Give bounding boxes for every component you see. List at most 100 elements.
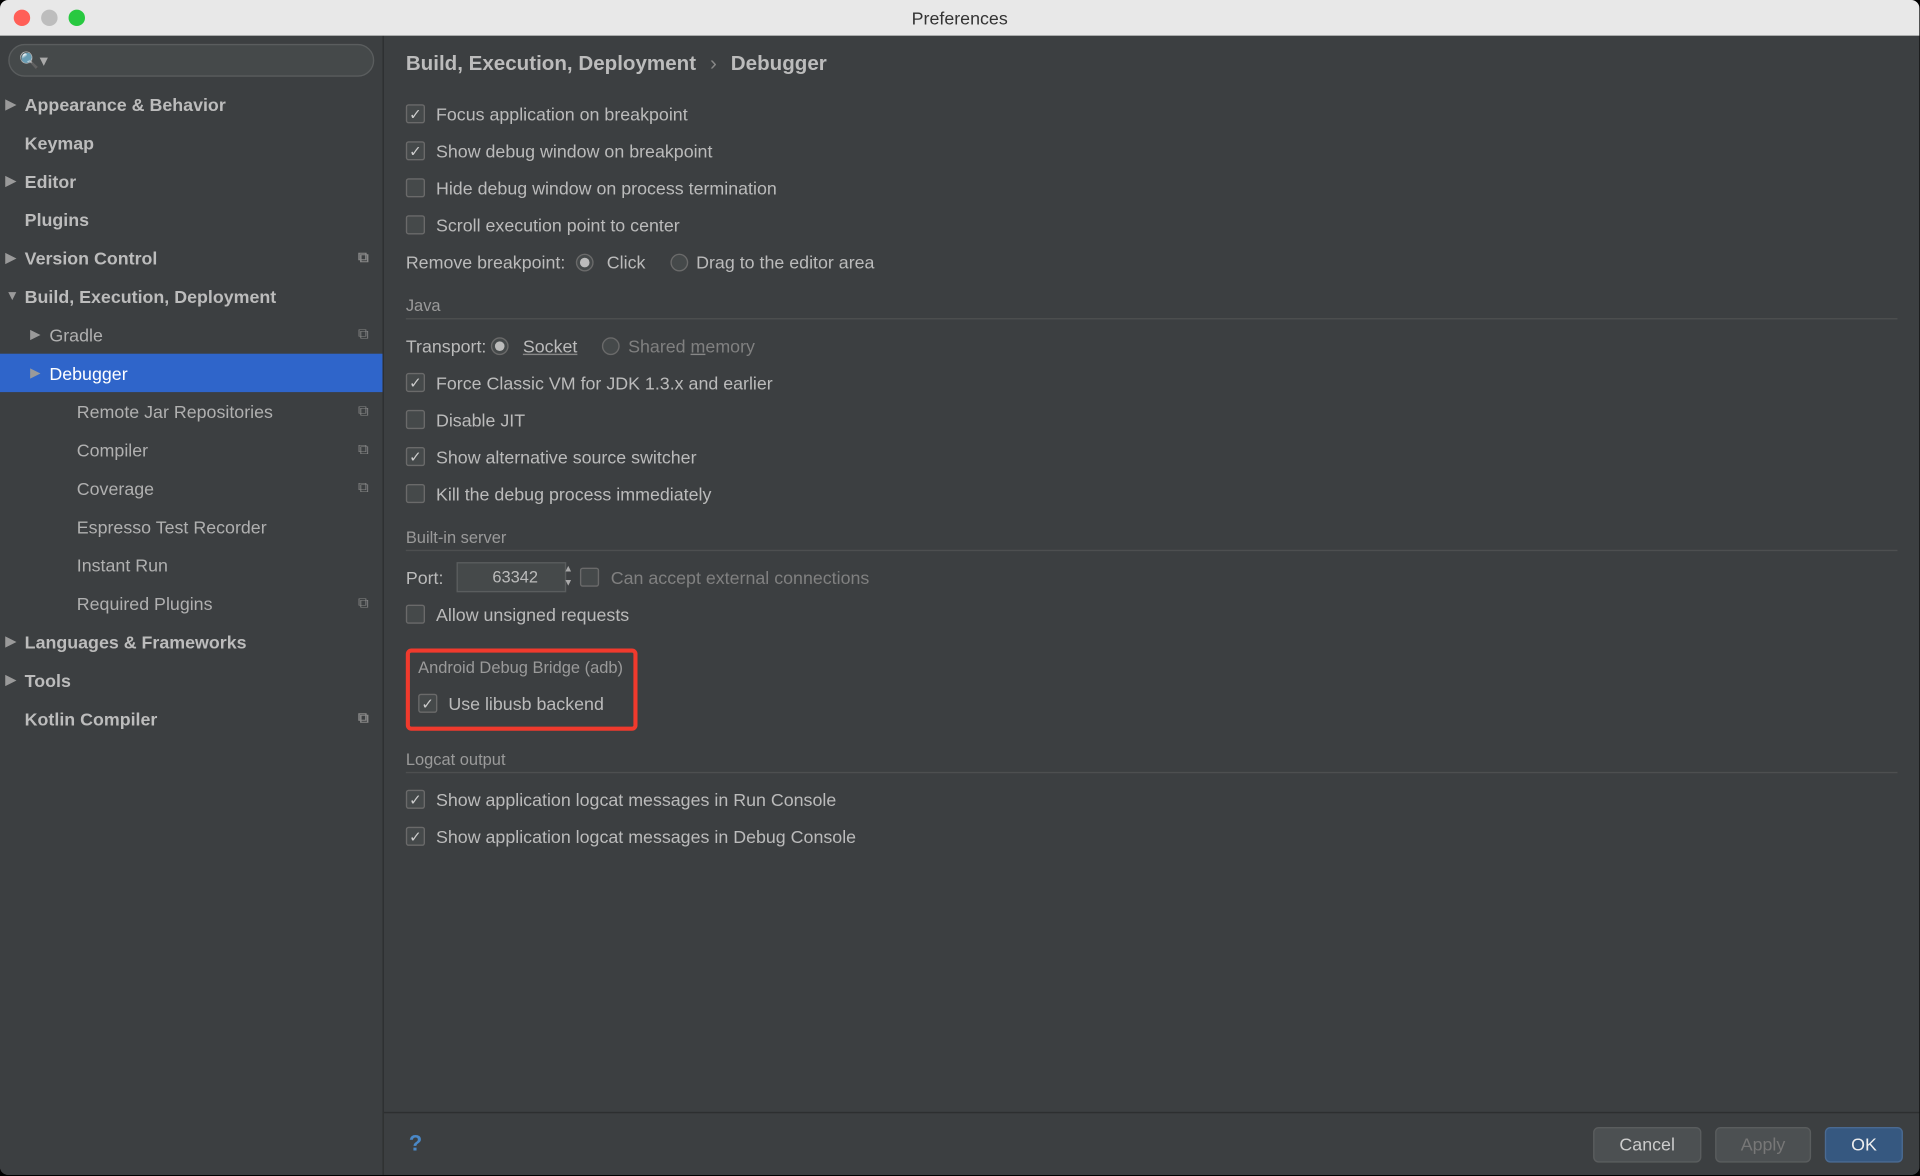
port-input[interactable] — [457, 562, 567, 592]
sidebar-item-debugger[interactable]: ▶ Debugger — [0, 354, 383, 392]
stepper-icon[interactable]: ▲▼ — [557, 563, 579, 590]
sidebar-item-tools[interactable]: ▶ Tools — [0, 661, 383, 699]
label-remove-click: Click — [607, 252, 646, 273]
expand-arrow-icon[interactable]: ▶ — [5, 173, 16, 188]
sidebar-item-required-plugins[interactable]: Required Plugins ⧉ — [0, 584, 383, 622]
sidebar-item-kotlin-compiler[interactable]: Kotlin Compiler ⧉ — [0, 699, 383, 737]
checkbox-alt-source[interactable] — [406, 447, 425, 466]
copy-icon[interactable]: ⧉ — [358, 249, 369, 267]
sidebar-item-label: Debugger — [49, 363, 127, 384]
label-ext-conn: Can accept external connections — [611, 567, 870, 588]
sidebar-item-keymap[interactable]: Keymap — [0, 123, 383, 161]
sidebar-item-gradle[interactable]: ▶ Gradle ⧉ — [0, 315, 383, 353]
titlebar: Preferences — [0, 0, 1919, 36]
crumb-a: Build, Execution, Deployment — [406, 52, 696, 75]
checkbox-hide-debug-wnd[interactable] — [406, 178, 425, 197]
copy-icon[interactable]: ⧉ — [358, 594, 369, 612]
section-java: Java — [406, 296, 1898, 319]
sidebar-item-remote-jar-repositories[interactable]: Remote Jar Repositories ⧉ — [0, 392, 383, 430]
sidebar-item-plugins[interactable]: Plugins — [0, 200, 383, 238]
label-alt-source: Show alternative source switcher — [436, 446, 697, 467]
expand-arrow-icon[interactable]: ▶ — [30, 327, 41, 342]
sidebar-item-compiler[interactable]: Compiler ⧉ — [0, 430, 383, 468]
sidebar-item-editor[interactable]: ▶ Editor — [0, 162, 383, 200]
sidebar-item-label: Appearance & Behavior — [25, 94, 226, 115]
checkbox-force-classic-vm[interactable] — [406, 373, 425, 392]
sidebar-item-languages-frameworks[interactable]: ▶ Languages & Frameworks — [0, 622, 383, 660]
copy-icon[interactable]: ⧉ — [358, 326, 369, 344]
checkbox-ext-conn[interactable] — [581, 568, 600, 587]
radio-socket[interactable] — [491, 337, 509, 355]
label-logcat-debug: Show application logcat messages in Debu… — [436, 826, 856, 847]
sidebar-item-coverage[interactable]: Coverage ⧉ — [0, 469, 383, 507]
section-adb: Android Debug Bridge (adb) — [418, 658, 623, 680]
main-panel: Build, Execution, Deployment › Debugger … — [384, 36, 1920, 1175]
expand-arrow-icon[interactable]: ▶ — [5, 97, 16, 112]
expand-arrow-icon[interactable]: ▶ — [5, 634, 16, 649]
help-icon[interactable]: ? — [400, 1129, 430, 1159]
expand-arrow-icon[interactable]: ▼ — [5, 289, 19, 304]
copy-icon[interactable]: ⧉ — [358, 479, 369, 497]
cancel-button[interactable]: Cancel — [1593, 1126, 1701, 1162]
apply-button[interactable]: Apply — [1715, 1126, 1812, 1162]
sidebar-item-label: Version Control — [25, 247, 158, 268]
expand-arrow-icon[interactable]: ▶ — [5, 672, 16, 687]
sidebar-item-label: Languages & Frameworks — [25, 631, 247, 652]
expand-arrow-icon[interactable]: ▶ — [5, 250, 16, 265]
body: 🔍▾ ▶Appearance & BehaviorKeymap▶EditorPl… — [0, 36, 1919, 1175]
sidebar-item-label: Plugins — [25, 209, 89, 230]
expand-arrow-icon[interactable]: ▶ — [30, 365, 41, 380]
label-logcat-run: Show application logcat messages in Run … — [436, 789, 836, 810]
sidebar-item-espresso-test-recorder[interactable]: Espresso Test Recorder — [0, 507, 383, 545]
sidebar-item-label: Instant Run — [77, 555, 168, 576]
radio-remove-click[interactable] — [575, 253, 593, 271]
sidebar-item-label: Compiler — [77, 439, 148, 460]
label-show-debug-wnd: Show debug window on breakpoint — [436, 141, 712, 162]
copy-icon[interactable]: ⧉ — [358, 402, 369, 420]
sidebar-item-label: Remote Jar Repositories — [77, 401, 273, 422]
sidebar-item-label: Editor — [25, 171, 76, 192]
label-remove-drag: Drag to the editor area — [696, 252, 874, 273]
checkbox-scroll-exec[interactable] — [406, 215, 425, 234]
section-logcat: Logcat output — [406, 750, 1898, 773]
label-remove-breakpoint: Remove breakpoint: — [406, 252, 566, 273]
label-focus-app: Focus application on breakpoint — [436, 104, 688, 125]
checkbox-kill-debug[interactable] — [406, 484, 425, 503]
sidebar-item-label: Required Plugins — [77, 593, 213, 614]
label-unsigned: Allow unsigned requests — [436, 604, 629, 625]
checkbox-logcat-debug[interactable] — [406, 827, 425, 846]
sidebar-item-label: Kotlin Compiler — [25, 708, 158, 729]
sidebar-item-version-control[interactable]: ▶ Version Control ⧉ — [0, 239, 383, 277]
checkbox-show-debug-wnd[interactable] — [406, 141, 425, 160]
sidebar-item-label: Tools — [25, 670, 71, 691]
sidebar-item-appearance-behavior[interactable]: ▶ Appearance & Behavior — [0, 85, 383, 123]
search-input[interactable] — [8, 44, 374, 77]
checkbox-unsigned[interactable] — [406, 605, 425, 624]
sidebar-item-instant-run[interactable]: Instant Run — [0, 546, 383, 584]
chevron-right-icon: › — [710, 52, 717, 75]
radio-shared-mem — [602, 337, 620, 355]
checkbox-focus-app[interactable] — [406, 104, 425, 123]
label-force-classic-vm: Force Classic VM for JDK 1.3.x and earli… — [436, 372, 773, 393]
sidebar-item-label: Coverage — [77, 478, 154, 499]
checkbox-disable-jit[interactable] — [406, 410, 425, 429]
footer: ? Cancel Apply OK — [384, 1112, 1920, 1175]
ok-button[interactable]: OK — [1825, 1126, 1903, 1162]
label-disable-jit: Disable JIT — [436, 409, 525, 430]
copy-icon[interactable]: ⧉ — [358, 441, 369, 459]
window-title: Preferences — [0, 8, 1919, 29]
label-kill-debug: Kill the debug process immediately — [436, 483, 711, 504]
sidebar: 🔍▾ ▶Appearance & BehaviorKeymap▶EditorPl… — [0, 36, 384, 1175]
sidebar-item-build-execution-deployment[interactable]: ▼Build, Execution, Deployment — [0, 277, 383, 315]
label-libusb: Use libusb backend — [448, 693, 604, 714]
section-server: Built-in server — [406, 528, 1898, 551]
label-port: Port: — [406, 567, 444, 588]
content: Focus application on breakpoint Show deb… — [384, 84, 1920, 1112]
radio-remove-drag[interactable] — [670, 253, 688, 271]
sidebar-item-label: Keymap — [25, 132, 94, 153]
checkbox-logcat-run[interactable] — [406, 790, 425, 809]
checkbox-libusb[interactable] — [418, 694, 437, 713]
sidebar-item-label: Gradle — [49, 324, 103, 345]
copy-icon[interactable]: ⧉ — [358, 709, 369, 727]
crumb-b: Debugger — [731, 52, 827, 75]
